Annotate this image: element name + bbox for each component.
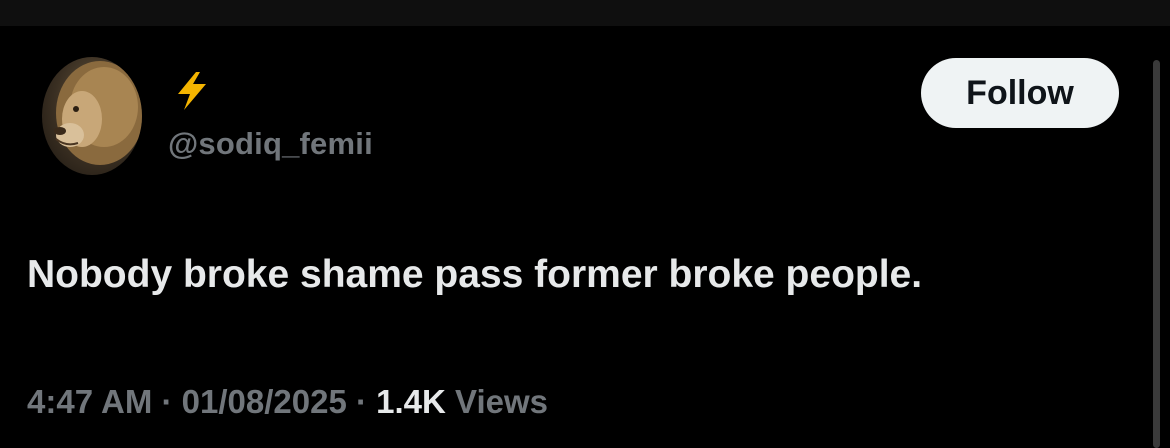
views-count[interactable]: 1.4K xyxy=(376,383,446,420)
top-strip xyxy=(0,0,1170,26)
avatar[interactable] xyxy=(42,57,142,175)
lion-avatar-icon xyxy=(54,61,142,165)
follow-button[interactable]: Follow xyxy=(921,58,1119,128)
user-handle[interactable]: @sodiq_femii xyxy=(168,124,373,164)
meta-separator: · xyxy=(152,383,182,420)
views-label: Views xyxy=(445,383,549,420)
display-name[interactable] xyxy=(170,68,214,112)
tweet-date[interactable]: 01/08/2025 xyxy=(182,383,347,420)
meta-separator: · xyxy=(346,383,377,420)
tweet-meta: 4:47 AM · 01/08/2025 · 1.4K Views xyxy=(27,380,548,424)
lightning-bolt-icon xyxy=(178,72,206,110)
scrollbar[interactable] xyxy=(1153,60,1160,448)
tweet-time[interactable]: 4:47 AM xyxy=(27,383,152,420)
tweet-text: Nobody broke shame pass former broke peo… xyxy=(27,253,923,296)
